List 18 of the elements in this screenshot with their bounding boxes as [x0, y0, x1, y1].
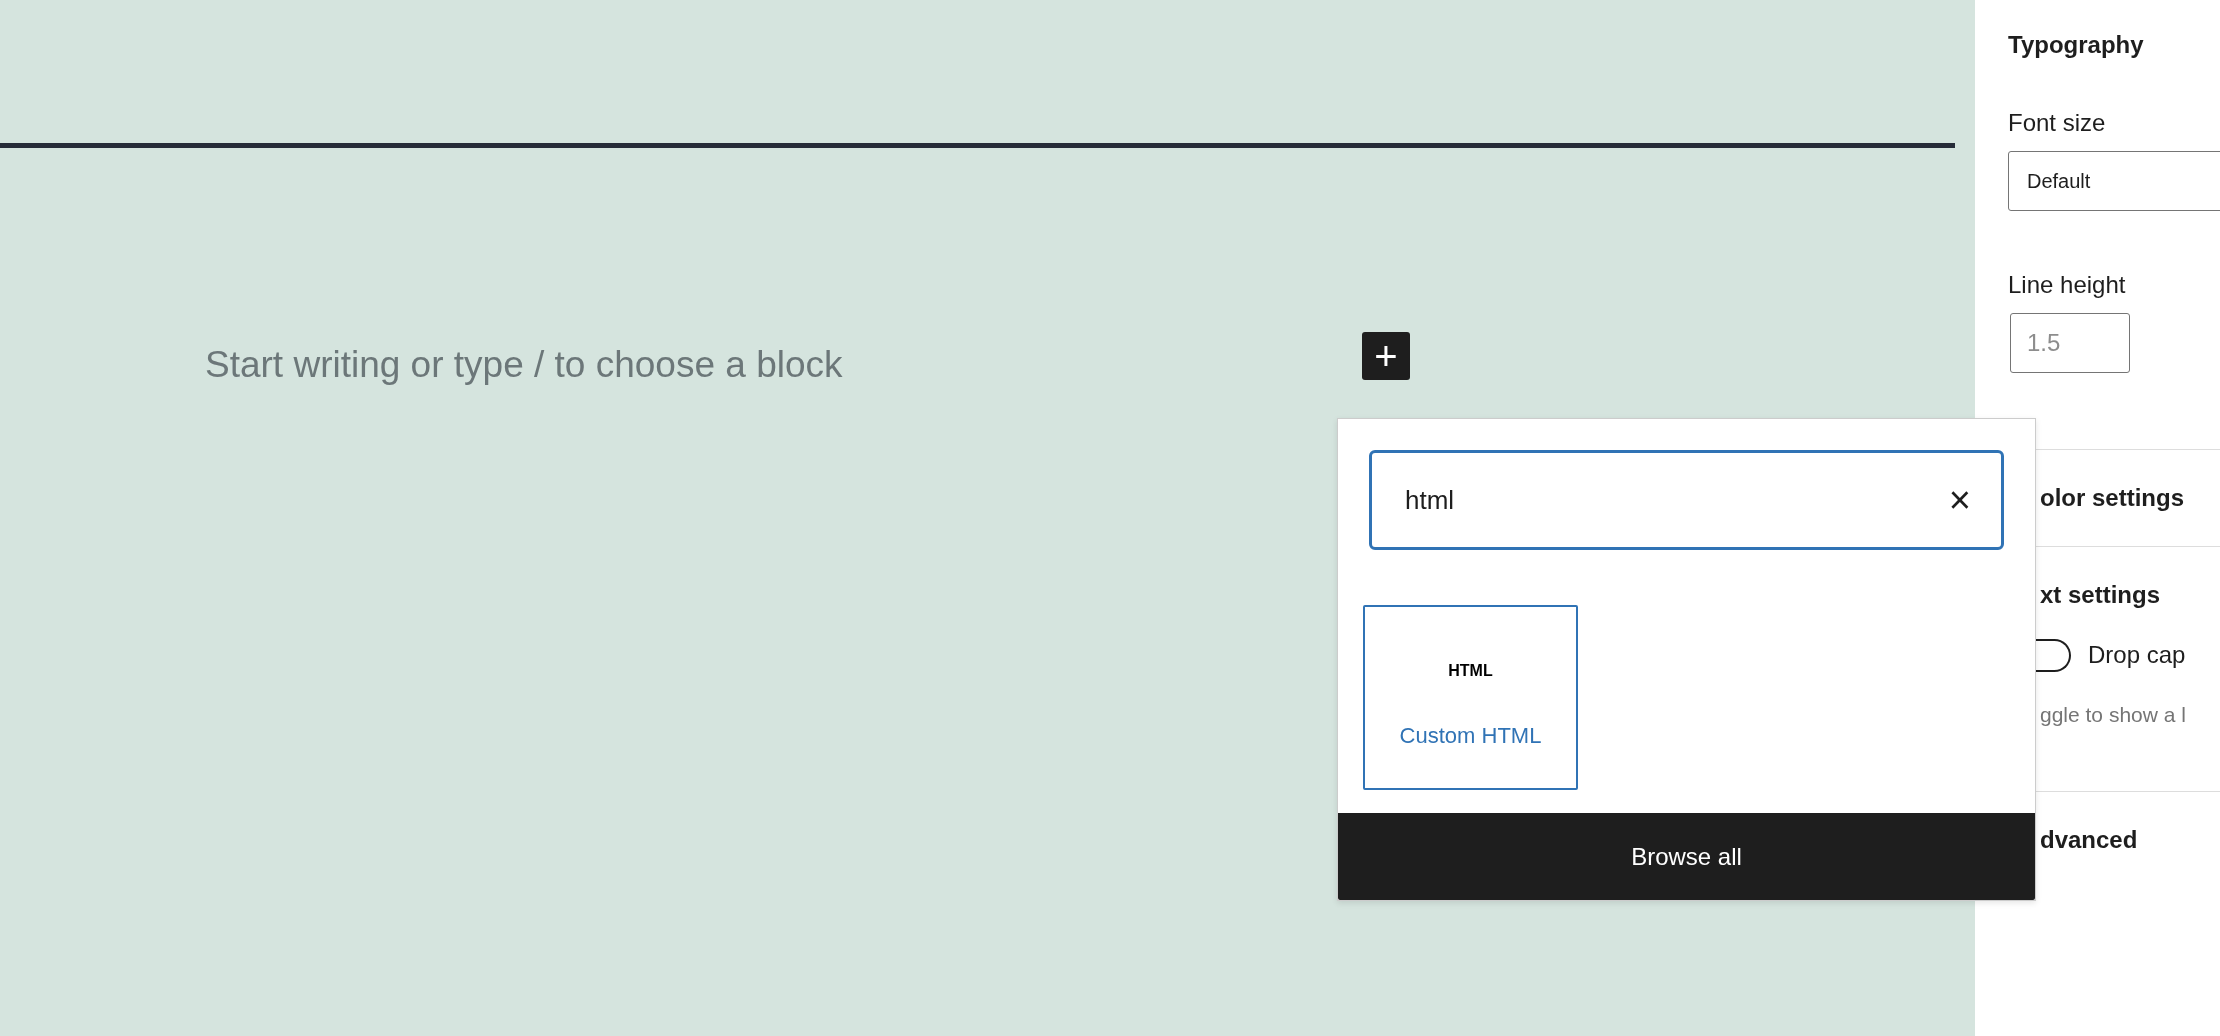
font-size-select[interactable]: Default — [2008, 151, 2220, 211]
toggle-label: Drop cap — [2088, 640, 2186, 670]
panel-heading: Typography — [2007, 30, 2145, 60]
line-height-field[interactable]: 1.5 — [2010, 313, 2130, 373]
close-button[interactable]: × — [1948, 481, 1971, 519]
section-heading[interactable]: dvanced — [2040, 791, 2220, 888]
text-input[interactable]: Start writing or type / to choose a block — [205, 343, 843, 388]
search-field[interactable]: html × — [1369, 450, 2004, 550]
block-label: Custom HTML — [1399, 722, 1542, 750]
section-heading[interactable]: olor settings — [2040, 450, 2220, 546]
add-block-button[interactable]: + — [1362, 332, 1410, 380]
help-text: ggle to show a l — [2040, 702, 2187, 728]
field-label: Font size — [2007, 108, 2107, 138]
field-label: Line height — [2007, 270, 2127, 300]
block-icon-text: HTML — [1448, 661, 1493, 681]
browse-all-button[interactable]: Browse all — [1338, 813, 2035, 900]
section-heading[interactable]: xt settings — [2040, 547, 2220, 637]
block-item[interactable]: HTML Custom HTML — [1363, 605, 1578, 790]
